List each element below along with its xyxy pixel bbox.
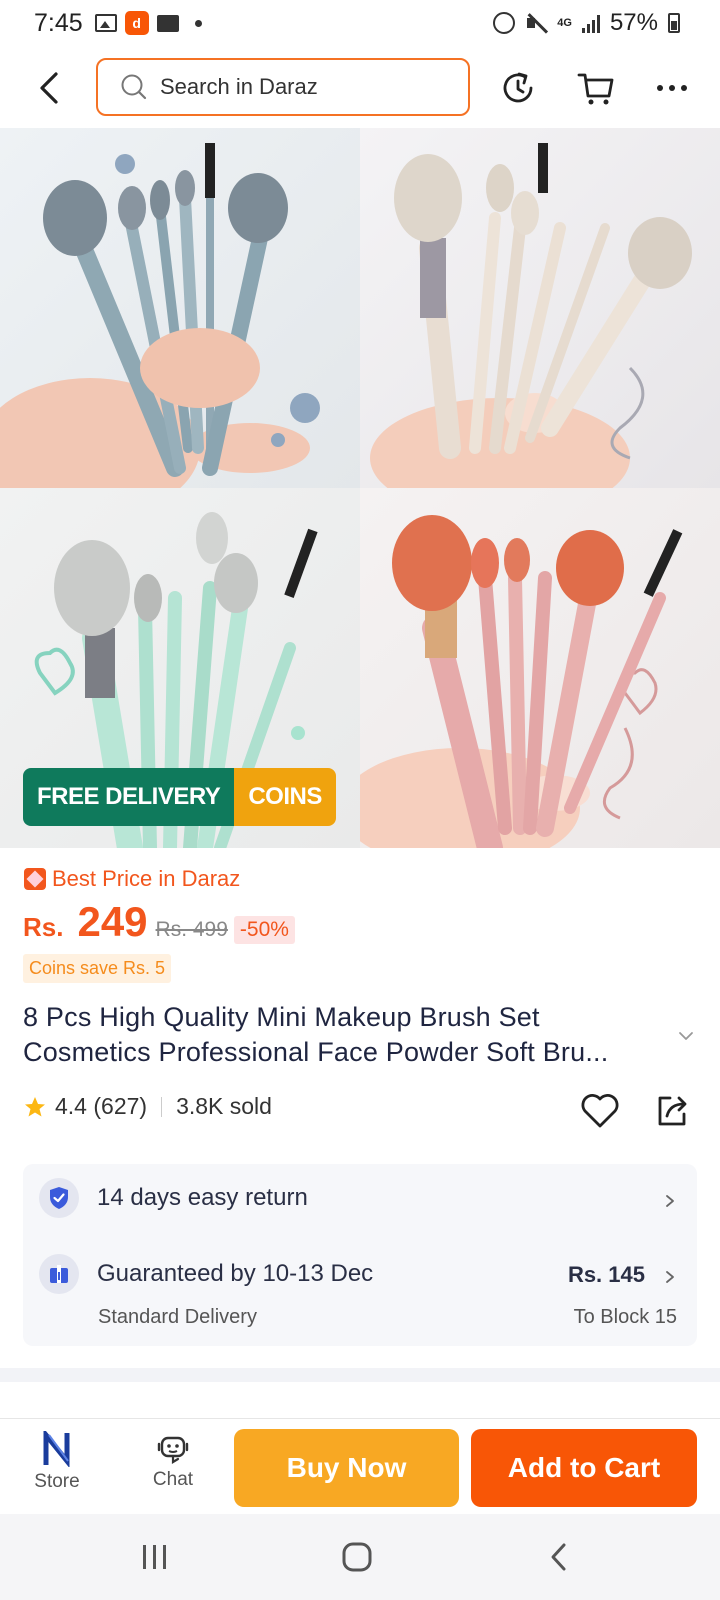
delivery-chevron-right-icon[interactable] [663,1270,677,1284]
more-notifications-dot-icon [194,19,202,27]
status-right-icons: 4G 57% [493,0,680,46]
more-dots-icon [657,85,687,91]
gallery-notification-icon [94,14,117,32]
store-label: Store [34,1471,80,1492]
system-back-icon [551,1543,566,1571]
return-policy-row[interactable]: 14 days easy return [39,1178,308,1218]
cart-button[interactable] [574,66,618,110]
app-header [0,52,720,124]
bottom-action-bar: Store Chat Buy Now Add to Cart [0,1418,720,1514]
chat-bot-icon [157,1436,189,1464]
search-icon [121,74,147,100]
recent-apps-icon [143,1545,166,1569]
search-bar[interactable] [96,58,470,116]
expand-title-chevron-icon[interactable] [678,1028,694,1044]
refresh-history-icon [503,72,533,103]
recent-apps-button[interactable] [130,1534,180,1580]
battery-icon [668,13,680,33]
best-price-label: Best Price in Daraz [52,866,241,891]
product-title[interactable]: 8 Pcs High Quality Mini Makeup Brush Set… [23,1000,673,1070]
signal-icon [581,13,600,33]
delivery-row[interactable]: Guaranteed by 10-13 Dec [39,1254,373,1294]
return-policy-text: 14 days easy return [97,1184,308,1211]
price-row: Rs. 249 Rs. 499 -50% [23,898,295,946]
original-price: Rs. 499 [155,918,228,941]
back-arrow-icon [40,72,58,104]
delivery-price: Rs. 145 [567,1262,645,1287]
shield-check-icon [39,1178,79,1218]
best-price-tag: Best Price in Daraz [24,866,240,892]
wishlist-heart-icon[interactable] [578,1088,622,1132]
cart-icon [577,73,614,105]
rating-row[interactable]: 4.4 (627) 3.8K sold [23,1093,272,1120]
chat-label: Chat [152,1469,194,1490]
best-price-flag-icon [24,868,46,890]
delivery-location: To Block 15 [573,1306,677,1328]
delivery-type-text: Standard Delivery [98,1306,257,1328]
search-input[interactable] [160,74,440,100]
daraz-notification-icon: d [124,11,149,35]
notification-icons: d [94,11,202,35]
history-button[interactable] [496,66,540,110]
buy-now-button[interactable]: Buy Now [234,1429,459,1507]
home-icon [342,1542,372,1572]
product-image-beige-brushes [360,128,720,488]
service-info-card: 14 days easy return Guaranteed by 10-13 … [23,1164,697,1346]
promo-badges: FREE DELIVERY COINS [23,768,336,826]
current-price: 249 [77,898,148,945]
product-image-gallery[interactable] [0,128,720,848]
add-to-cart-button[interactable]: Add to Cart [471,1429,697,1507]
back-button[interactable] [30,68,70,108]
mute-icon [525,13,547,33]
discount-badge: -50% [233,916,295,944]
system-back-button[interactable] [534,1534,584,1580]
free-delivery-badge: FREE DELIVERY [23,768,235,826]
system-nav-bar [0,1514,720,1600]
price-currency: Rs. [23,912,64,942]
product-title-line-1: 8 Pcs High Quality Mini Makeup Brush Set [23,1002,540,1032]
folder-notification-icon [156,14,179,32]
rating-divider [161,1096,163,1117]
alarm-icon [493,12,516,34]
chat-button[interactable]: Chat [128,1431,218,1503]
coins-save-badge: Coins save Rs. 5 [23,954,172,983]
next-section-peek [23,1404,697,1418]
more-options-button[interactable] [650,66,694,110]
product-image-blue-brushes [0,128,360,488]
coins-badge: COINS [234,768,336,826]
network-type: 4G [557,17,572,29]
return-chevron-right-icon[interactable] [663,1194,677,1208]
sold-count: 3.8K sold [176,1093,272,1119]
status-time: 7:45 [34,8,83,37]
store-logo-icon [43,1431,70,1467]
product-image-pink-brushes [360,488,720,848]
store-button[interactable]: Store [12,1431,102,1503]
delivery-box-icon [39,1254,79,1294]
home-button[interactable] [332,1534,382,1580]
product-title-line-2: Cosmetics Professional Face Powder Soft … [23,1037,609,1067]
section-divider [0,1368,720,1382]
battery-percent: 57% [609,9,658,36]
share-icon[interactable] [652,1090,692,1130]
rating-value: 4.4 (627) [55,1093,148,1119]
star-icon [25,1096,45,1116]
delivery-guarantee-text: Guaranteed by 10-13 Dec [97,1260,374,1287]
